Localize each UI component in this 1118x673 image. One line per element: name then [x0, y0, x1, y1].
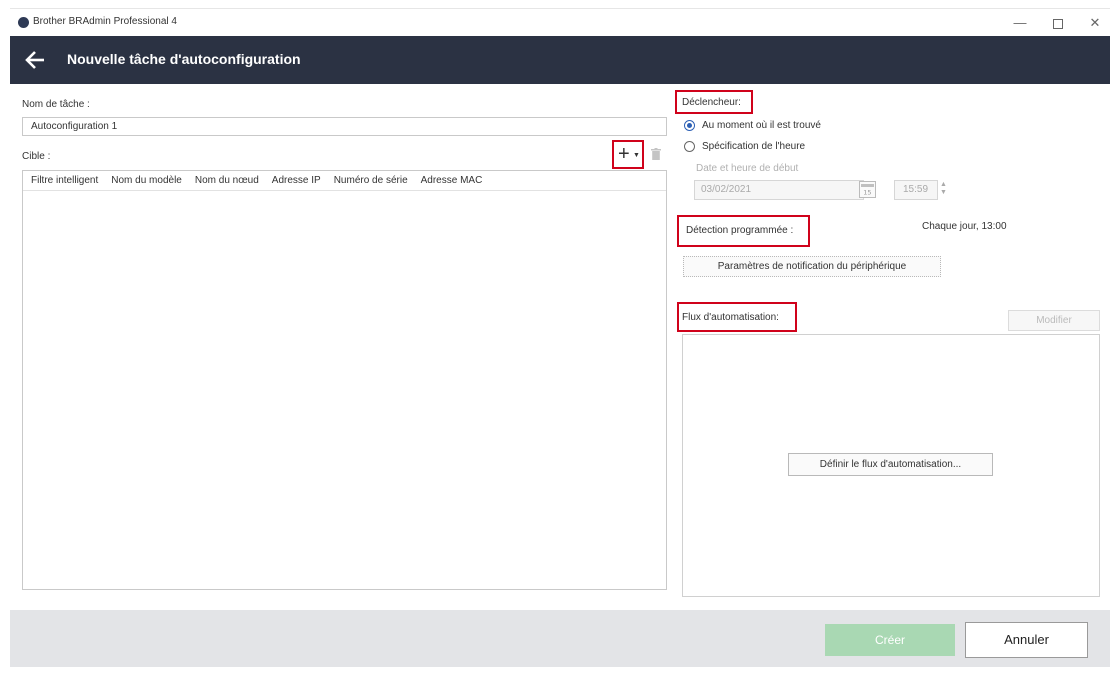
- plus-icon: +: [618, 143, 630, 165]
- modify-flow-button[interactable]: Modifier: [1008, 310, 1100, 331]
- chevron-down-icon: ▼: [633, 152, 640, 159]
- minimize-button[interactable]: —: [1005, 12, 1035, 34]
- trigger-label: Déclencheur:: [682, 97, 741, 108]
- device-notification-settings-button[interactable]: Paramètres de notification du périphériq…: [683, 256, 941, 277]
- calendar-icon[interactable]: 15: [859, 181, 876, 198]
- close-button[interactable]: ✕: [1080, 12, 1110, 34]
- back-arrow-icon[interactable]: [24, 47, 46, 73]
- radio-when-found-label[interactable]: Au moment où il est trouvé: [702, 120, 821, 131]
- flow-label: Flux d'automatisation:: [682, 312, 779, 323]
- window-titlebar: Brother BRAdmin Professional 4 — ✕: [10, 8, 1110, 36]
- add-target-button[interactable]: + ▼: [612, 140, 644, 169]
- radio-time-spec-label[interactable]: Spécification de l'heure: [702, 141, 805, 152]
- trash-icon[interactable]: [651, 148, 661, 160]
- column-header[interactable]: Filtre intelligent: [31, 175, 98, 186]
- define-flow-button[interactable]: Définir le flux d'automatisation...: [788, 453, 993, 476]
- page-header: Nouvelle tâche d'autoconfiguration: [10, 36, 1110, 84]
- calendar-day: 15: [863, 189, 871, 197]
- detection-schedule: Chaque jour, 13:00: [922, 221, 1007, 232]
- column-header[interactable]: Adresse IP: [272, 175, 321, 186]
- detection-label: Détection programmée :: [686, 225, 794, 236]
- task-name-input[interactable]: Autoconfiguration 1: [22, 117, 667, 136]
- automation-flow-panel: Définir le flux d'automatisation...: [682, 334, 1100, 597]
- start-date-input[interactable]: 03/02/2021: [694, 180, 864, 200]
- window-title: Brother BRAdmin Professional 4: [33, 16, 177, 27]
- column-header[interactable]: Numéro de série: [334, 175, 408, 186]
- maximize-button[interactable]: [1043, 12, 1073, 34]
- dialog-footer: Créer Annuler: [10, 610, 1110, 667]
- cancel-button[interactable]: Annuler: [965, 622, 1088, 658]
- page-title: Nouvelle tâche d'autoconfiguration: [67, 51, 301, 67]
- column-header[interactable]: Adresse MAC: [421, 175, 483, 186]
- task-name-label: Nom de tâche :: [22, 99, 90, 110]
- maximize-icon: [1053, 18, 1063, 29]
- target-table-header: Filtre intelligent Nom du modèle Nom du …: [23, 171, 666, 191]
- column-header[interactable]: Nom du modèle: [111, 175, 182, 186]
- time-spinner-icon[interactable]: ▲ ▼: [940, 181, 947, 197]
- main-panel: Nom de tâche : Autoconfiguration 1 Cible…: [10, 84, 1110, 610]
- column-header[interactable]: Nom du nœud: [195, 175, 259, 186]
- radio-time-spec[interactable]: [684, 141, 695, 152]
- app-logo-icon: [18, 17, 29, 28]
- start-time-input[interactable]: 15:59: [894, 180, 938, 200]
- target-table[interactable]: Filtre intelligent Nom du modèle Nom du …: [22, 170, 667, 590]
- radio-when-found[interactable]: [684, 120, 695, 131]
- target-label: Cible :: [22, 151, 51, 162]
- start-date-label: Date et heure de début: [696, 163, 799, 174]
- create-button[interactable]: Créer: [825, 624, 955, 656]
